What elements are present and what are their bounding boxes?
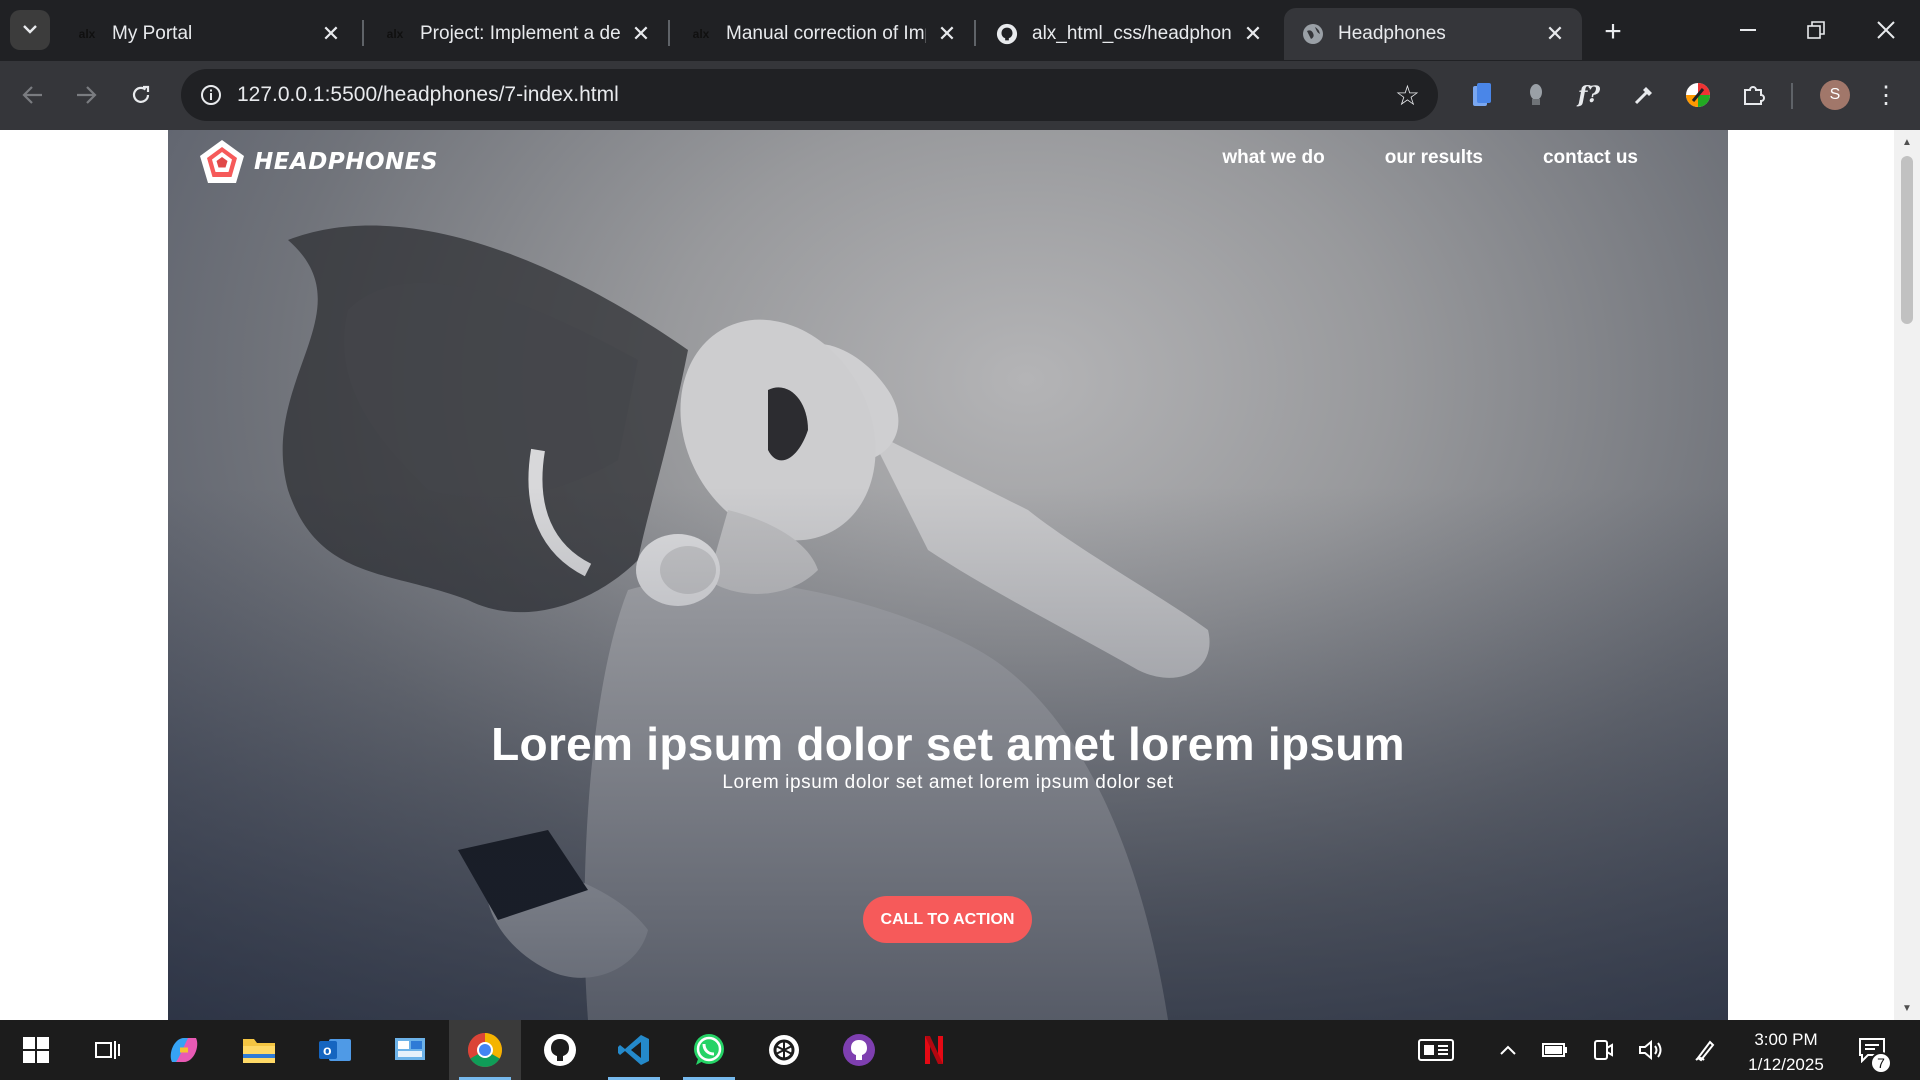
clock-time: 3:00 PM <box>1754 1030 1818 1049</box>
whatsapp-icon <box>694 1034 724 1065</box>
extension-docs-icon[interactable] <box>1460 73 1504 117</box>
tab-manual-correction[interactable]: alx Manual correction of Imp ✕ <box>672 8 974 60</box>
extension-bulb-icon[interactable] <box>1514 73 1558 117</box>
tab-project[interactable]: alx Project: Implement a des ✕ <box>366 8 668 60</box>
bookmark-star-icon[interactable]: ☆ <box>1395 79 1420 112</box>
extension-font-icon[interactable]: f? <box>1567 73 1611 117</box>
close-tab-icon[interactable]: ✕ <box>628 21 654 47</box>
pen-menu-icon[interactable] <box>1687 1020 1723 1080</box>
tab-separator <box>668 20 670 46</box>
logo-text: HEADPHONES <box>254 149 439 175</box>
hero-subtitle: Lorem ipsum dolor set amet lorem ipsum d… <box>722 772 1174 793</box>
netflix-icon <box>925 1036 943 1064</box>
nav-link-our-results[interactable]: our results <box>1385 147 1483 169</box>
scroll-up-arrow-icon[interactable]: ▲ <box>1901 138 1913 148</box>
hero-section: HEADPHONES what we do our results contac… <box>168 130 1728 1020</box>
tab-strip: alx My Portal ✕ alx Project: Implement a… <box>0 0 1920 61</box>
page-viewport: HEADPHONES what we do our results contac… <box>0 130 1920 1020</box>
file-explorer-app[interactable] <box>223 1020 295 1080</box>
svg-text:o: o <box>323 1042 332 1058</box>
outlook-app[interactable]: o <box>299 1020 371 1080</box>
clock-date: 1/12/2025 <box>1748 1055 1824 1074</box>
show-hidden-icons-button[interactable] <box>1490 1020 1526 1080</box>
github-icon <box>996 23 1018 45</box>
volume-icon[interactable] <box>1633 1020 1669 1080</box>
globe-icon <box>1302 23 1324 45</box>
page-scrollbar[interactable]: ▲ ▼ <box>1894 130 1920 1020</box>
github-desktop-app[interactable] <box>524 1020 596 1080</box>
hero-gradient-overlay <box>168 130 1728 1020</box>
call-to-action-button[interactable]: CALL TO ACTION <box>863 896 1032 943</box>
vscode-app[interactable] <box>598 1020 670 1080</box>
outlook-icon: o <box>319 1039 351 1061</box>
start-button[interactable] <box>0 1020 72 1080</box>
task-view-button[interactable] <box>72 1020 144 1080</box>
extension-color-icon[interactable] <box>1676 73 1720 117</box>
new-tab-button[interactable]: + <box>1595 14 1631 50</box>
tab-github[interactable]: alx_html_css/headphone ✕ <box>978 8 1280 60</box>
toolbar-separator <box>1791 83 1793 109</box>
alx-favicon-icon: alx <box>692 27 710 41</box>
site-logo[interactable]: HEADPHONES <box>198 138 438 186</box>
chevron-up-icon <box>1500 1045 1516 1055</box>
tab-search-button[interactable] <box>10 10 50 50</box>
close-tab-icon[interactable]: ✕ <box>318 21 344 47</box>
copilot-app[interactable] <box>148 1020 220 1080</box>
chrome-icon <box>468 1033 502 1067</box>
tab-my-portal[interactable]: alx My Portal ✕ <box>58 8 358 60</box>
chevron-down-icon <box>22 21 38 39</box>
nav-link-what-we-do[interactable]: what we do <box>1222 147 1324 169</box>
eyedropper-icon[interactable] <box>1622 73 1666 117</box>
alx-favicon-icon: alx <box>78 27 96 41</box>
github-app[interactable] <box>823 1020 895 1080</box>
restore-button[interactable] <box>1782 0 1850 60</box>
browser-toolbar: 127.0.0.1:5500/headphones/7-index.html ☆… <box>0 61 1920 130</box>
site-info-icon[interactable] <box>193 77 229 113</box>
address-bar[interactable]: 127.0.0.1:5500/headphones/7-index.html ☆ <box>181 69 1438 121</box>
extensions-puzzle-icon[interactable] <box>1731 73 1775 117</box>
scrollbar-thumb[interactable] <box>1901 156 1913 324</box>
netflix-app[interactable] <box>898 1020 970 1080</box>
github-purple-icon <box>843 1034 875 1066</box>
menu-dots-icon[interactable]: ⋮ <box>1864 73 1908 117</box>
close-tab-icon[interactable]: ✕ <box>1542 21 1568 47</box>
control-panel-icon <box>395 1038 425 1060</box>
openai-icon <box>769 1035 799 1065</box>
copilot-icon <box>170 1038 198 1062</box>
url-text[interactable]: 127.0.0.1:5500/headphones/7-index.html <box>237 83 619 107</box>
task-view-icon <box>95 1041 120 1059</box>
scroll-down-arrow-icon[interactable]: ▼ <box>1901 1004 1913 1014</box>
minimize-button[interactable] <box>1714 0 1782 60</box>
profile-avatar[interactable]: S <box>1820 80 1850 110</box>
news-widget-button[interactable] <box>1410 1020 1462 1080</box>
nav-link-contact-us[interactable]: contact us <box>1543 147 1638 169</box>
control-panel-app[interactable] <box>374 1020 446 1080</box>
chatgpt-app[interactable] <box>748 1020 820 1080</box>
close-window-button[interactable] <box>1852 0 1920 60</box>
pentagon-logo-icon <box>200 140 244 183</box>
folder-icon <box>243 1039 275 1063</box>
news-icon <box>1418 1039 1454 1061</box>
github-icon <box>544 1034 576 1066</box>
battery-icon[interactable] <box>1537 1020 1573 1080</box>
notification-count-badge: 7 <box>1870 1052 1892 1074</box>
camera-share-icon[interactable] <box>1585 1020 1621 1080</box>
windows-logo-icon <box>23 1037 49 1063</box>
tab-separator <box>974 20 976 46</box>
site-nav: what we do our results contact us <box>1222 147 1638 169</box>
forward-button[interactable] <box>64 73 108 117</box>
vscode-icon <box>618 1035 649 1065</box>
tab-separator <box>362 20 364 46</box>
back-button[interactable] <box>11 73 55 117</box>
windows-taskbar: o 3:00 PM 1/12/2025 7 <box>0 1020 1920 1080</box>
system-clock[interactable]: 3:00 PM 1/12/2025 <box>1728 1027 1844 1077</box>
reload-button[interactable] <box>119 73 163 117</box>
tab-headphones[interactable]: Headphones ✕ <box>1284 8 1582 60</box>
close-tab-icon[interactable]: ✕ <box>934 21 960 47</box>
whatsapp-app[interactable] <box>673 1020 745 1080</box>
alx-favicon-icon: alx <box>386 27 404 41</box>
chrome-app[interactable] <box>449 1020 521 1080</box>
hero-title: Lorem ipsum dolor set amet lorem ipsum <box>491 718 1405 770</box>
close-tab-icon[interactable]: ✕ <box>1240 21 1266 47</box>
